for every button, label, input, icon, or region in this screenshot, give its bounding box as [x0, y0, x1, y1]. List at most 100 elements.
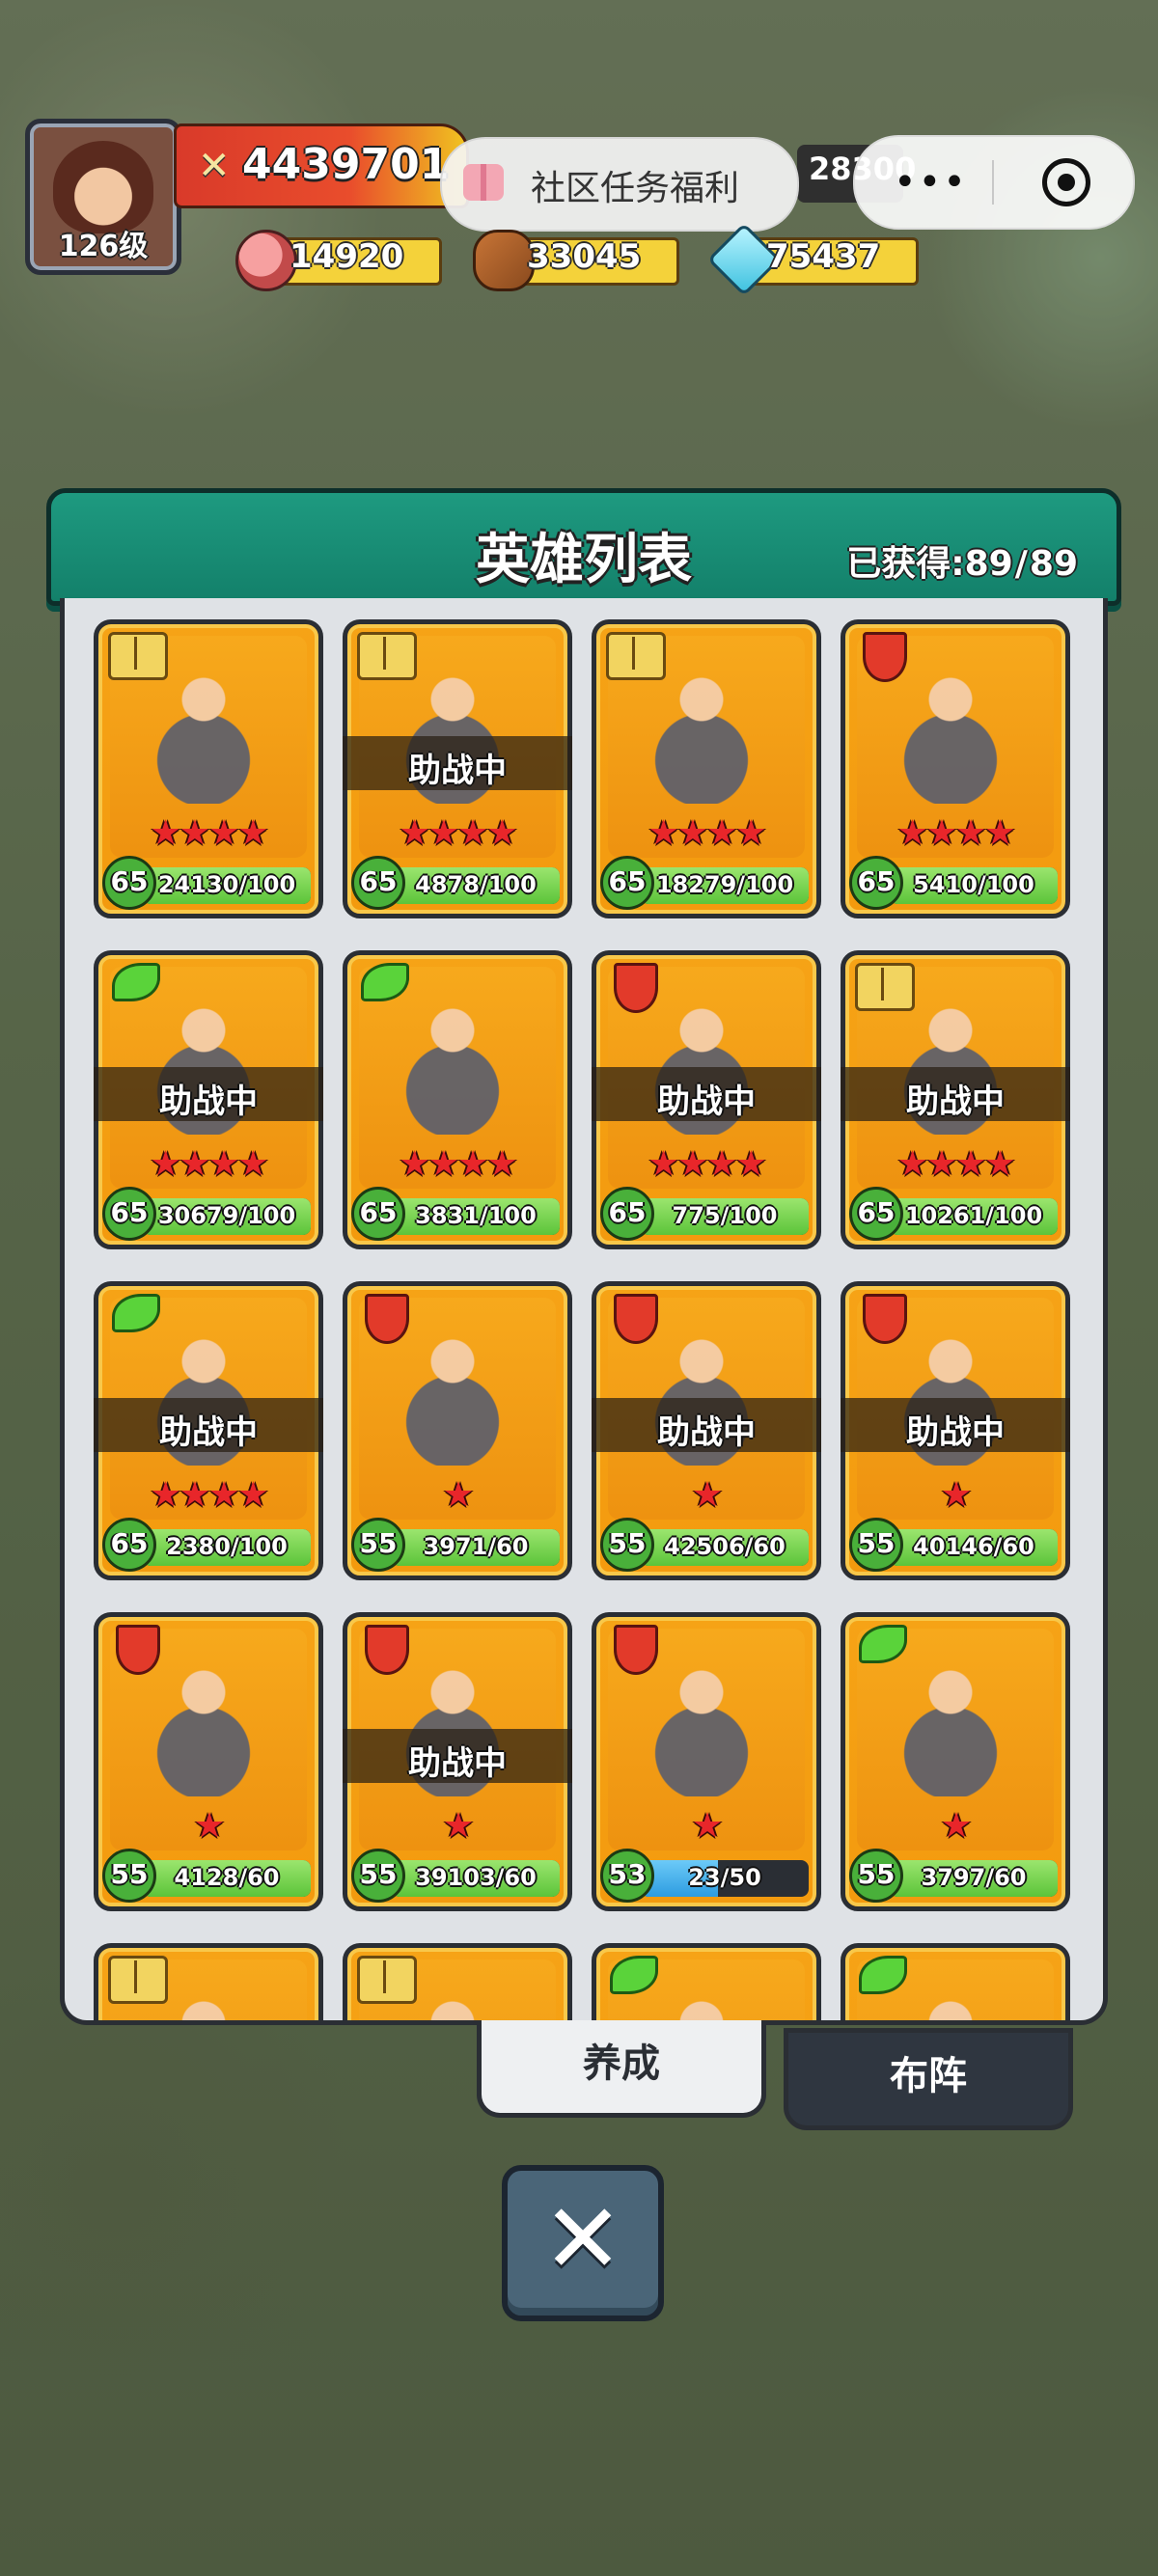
hero-card[interactable]: ★★★★ 5410/100 65 — [841, 619, 1070, 918]
shard-progress-bar: 10261/100 — [890, 1198, 1058, 1235]
hero-level-badge: 65 — [102, 1518, 156, 1572]
meat-icon — [235, 230, 297, 291]
close-button[interactable]: ✕ — [502, 2165, 664, 2321]
player-level: 126级 — [58, 230, 149, 263]
gift-icon — [463, 164, 504, 201]
shard-progress-text: 23/50 — [688, 1864, 761, 1891]
more-menu-button[interactable]: ••• — [894, 160, 968, 205]
combat-power-value: 4439701 — [242, 140, 450, 189]
hero-card[interactable]: ★ 4128/60 55 — [94, 1612, 323, 1911]
hero-level-badge: 53 — [600, 1849, 654, 1903]
hero-figure-icon — [400, 990, 506, 1135]
hero-card[interactable] — [592, 1943, 821, 2020]
hero-figure-icon — [648, 1652, 755, 1796]
shard-progress-bar: 775/100 — [641, 1198, 809, 1235]
red-banner-icon — [116, 1625, 160, 1675]
shard-progress-bar: 42506/60 — [641, 1529, 809, 1566]
shard-progress-bar: 23/50 — [641, 1860, 809, 1897]
shard-progress-bar: 39103/60 — [392, 1860, 560, 1897]
hero-level-badge: 55 — [351, 1849, 405, 1903]
star-rating: ★ — [193, 1806, 225, 1846]
obtained-count: 已获得:89/89 — [846, 544, 1078, 584]
hero-card[interactable]: ★★★★ 24130/100 65 — [94, 619, 323, 918]
star-rating: ★★★★ — [896, 813, 1015, 853]
tab-formation[interactable]: 布阵 — [784, 2028, 1073, 2130]
hero-card[interactable]: 助战中 ★★★★ 10261/100 65 — [841, 950, 1070, 1249]
hero-card[interactable]: ★★★★ 18279/100 65 — [592, 619, 821, 918]
hero-card[interactable]: 助战中 ★ 40146/60 55 — [841, 1281, 1070, 1580]
star-rating: ★★★★ — [150, 1475, 268, 1515]
book-icon — [357, 632, 417, 680]
star-rating: ★★★★ — [399, 813, 517, 853]
support-status: 助战中 — [906, 1082, 1005, 1121]
star-rating: ★ — [442, 1475, 474, 1515]
hero-level-badge: 65 — [102, 1187, 156, 1241]
support-status: 助战中 — [906, 1413, 1005, 1452]
support-status: 助战中 — [408, 752, 507, 790]
close-icon: ✕ — [542, 2182, 623, 2295]
hero-level-badge: 65 — [102, 856, 156, 910]
hero-figure-icon — [897, 1652, 1004, 1796]
close-miniprogram-icon[interactable] — [1042, 158, 1090, 206]
support-status: 助战中 — [657, 1082, 756, 1121]
shard-progress-text: 4878/100 — [415, 871, 537, 898]
hero-level-badge: 65 — [351, 856, 405, 910]
hero-figure-icon — [151, 659, 257, 804]
hero-card[interactable]: 助战中 ★★★★ 4878/100 65 — [343, 619, 572, 918]
hero-figure-icon — [400, 1321, 506, 1466]
red-banner-icon — [863, 1294, 907, 1344]
red-banner-icon — [614, 1625, 658, 1675]
shard-progress-bar: 4128/60 — [143, 1860, 311, 1897]
shard-progress-bar: 40146/60 — [890, 1529, 1058, 1566]
hero-level-badge: 65 — [351, 1187, 405, 1241]
star-rating: ★★★★ — [648, 813, 766, 853]
hero-list-body[interactable]: ★★★★ 24130/100 65 助战中 ★★★★ 4878/100 65 ★★★★ 1827… — [60, 598, 1108, 2025]
hero-level-badge: 55 — [849, 1849, 903, 1903]
wood-icon — [473, 230, 535, 291]
hero-card[interactable] — [343, 1943, 572, 2020]
shard-progress-text: 39103/60 — [415, 1864, 537, 1891]
shard-progress-text: 775/100 — [672, 1202, 778, 1229]
hero-card[interactable] — [841, 1943, 1070, 2020]
resource-value: 14920 — [290, 237, 404, 276]
hero-card[interactable]: ★ 3971/60 55 — [343, 1281, 572, 1580]
capsule-divider — [992, 160, 994, 205]
hero-figure-icon — [897, 659, 1004, 804]
shard-progress-bar: 24130/100 — [143, 867, 311, 904]
hero-level-badge: 65 — [600, 1187, 654, 1241]
hero-card[interactable]: ★ 3797/60 55 — [841, 1612, 1070, 1911]
shard-progress-text: 3971/60 — [423, 1533, 529, 1560]
hero-card[interactable]: 助战中 ★★★★ 2380/100 65 — [94, 1281, 323, 1580]
crossed-swords-icon: ✕ — [198, 144, 231, 188]
hero-card[interactable]: ★ 23/50 53 — [592, 1612, 821, 1911]
shard-progress-text: 24130/100 — [157, 871, 296, 898]
hero-level-badge: 55 — [351, 1518, 405, 1572]
shard-progress-bar: 2380/100 — [143, 1529, 311, 1566]
shard-progress-text: 40146/60 — [913, 1533, 1034, 1560]
obtained-total: 89 — [1029, 544, 1078, 584]
shard-progress-bar: 3797/60 — [890, 1860, 1058, 1897]
obtained-label: 已获得: — [846, 544, 965, 584]
star-rating: ★ — [442, 1806, 474, 1846]
community-rewards-label: 社区任务福利 — [531, 169, 740, 208]
shard-progress-bar: 3971/60 — [392, 1529, 560, 1566]
red-banner-icon — [365, 1625, 409, 1675]
hero-card[interactable]: 助战中 ★★★★ 775/100 65 — [592, 950, 821, 1249]
support-status: 助战中 — [159, 1413, 258, 1452]
resource-value: 33045 — [527, 237, 642, 276]
star-rating: ★ — [691, 1475, 723, 1515]
hero-card[interactable] — [94, 1943, 323, 2020]
community-rewards-button[interactable]: 社区任务福利 — [440, 137, 799, 232]
hero-card[interactable]: ★★★★ 3831/100 65 — [343, 950, 572, 1249]
player-avatar[interactable]: 126级 — [25, 119, 181, 275]
hero-card[interactable]: 助战中 ★★★★ 30679/100 65 — [94, 950, 323, 1249]
star-rating: ★★★★ — [150, 813, 268, 853]
support-status: 助战中 — [159, 1082, 258, 1121]
shard-progress-bar: 5410/100 — [890, 867, 1058, 904]
tab-develop[interactable]: 养成 — [477, 2020, 766, 2118]
hero-card[interactable]: 助战中 ★ 39103/60 55 — [343, 1612, 572, 1911]
star-rating: ★★★★ — [896, 1144, 1015, 1184]
hero-level-badge: 55 — [849, 1518, 903, 1572]
hero-card[interactable]: 助战中 ★ 42506/60 55 — [592, 1281, 821, 1580]
book-icon — [357, 1956, 417, 2004]
